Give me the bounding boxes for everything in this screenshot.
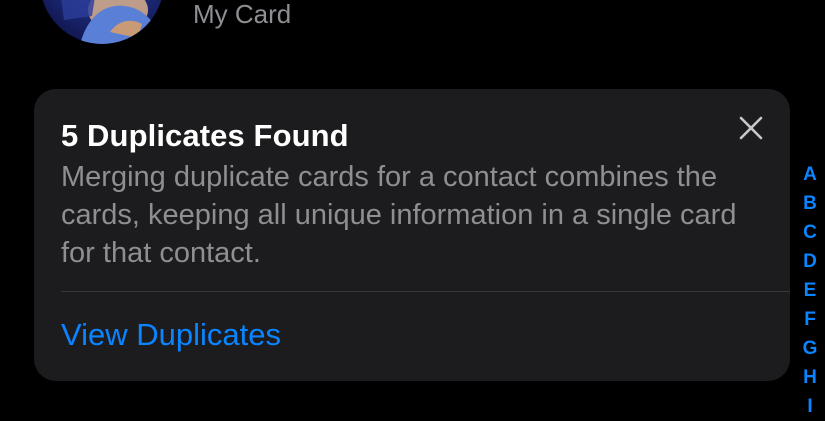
index-letter-d[interactable]: D <box>797 247 823 276</box>
banner-title: 5 Duplicates Found <box>61 118 349 153</box>
index-letter-f[interactable]: F <box>797 305 823 334</box>
index-letter-a[interactable]: A <box>797 160 823 189</box>
alphabet-index-bar[interactable]: A B C D E F G H I <box>797 160 823 421</box>
index-letter-b[interactable]: B <box>797 189 823 218</box>
index-letter-i[interactable]: I <box>797 392 823 421</box>
banner-description: Merging duplicate cards for a contact co… <box>61 161 737 269</box>
my-card-avatar[interactable] <box>40 0 164 44</box>
index-letter-g[interactable]: G <box>797 334 823 363</box>
view-duplicates-button[interactable]: View Duplicates <box>61 316 281 354</box>
close-icon[interactable] <box>738 115 764 141</box>
duplicates-banner: 5 Duplicates Found Merging duplicate car… <box>34 89 790 381</box>
my-card-label[interactable]: My Card <box>193 0 291 30</box>
index-letter-e[interactable]: E <box>797 276 823 305</box>
index-letter-c[interactable]: C <box>797 218 823 247</box>
banner-divider <box>61 291 790 292</box>
index-letter-h[interactable]: H <box>797 363 823 392</box>
